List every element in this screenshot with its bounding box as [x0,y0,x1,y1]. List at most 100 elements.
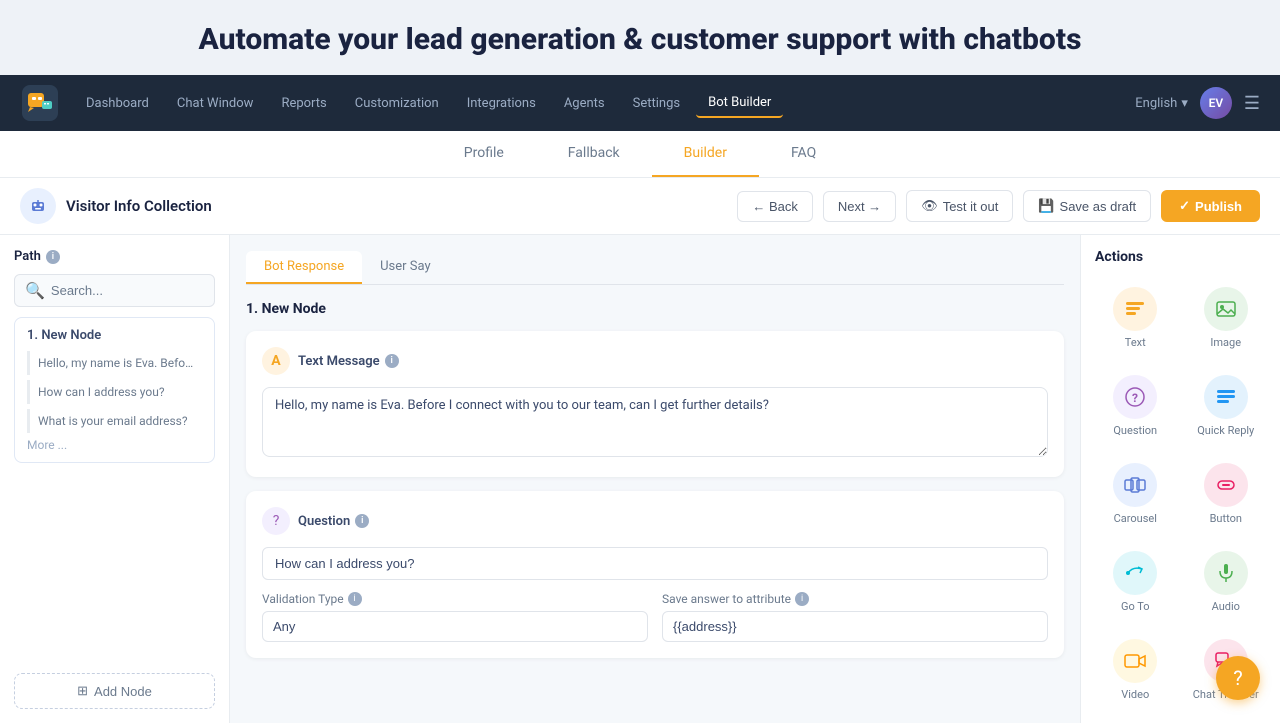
action-question[interactable]: ? Question [1095,367,1176,445]
publish-button[interactable]: ✓ Publish [1161,190,1260,222]
nav-item-botbuilder[interactable]: Bot Builder [696,89,783,118]
logo [20,83,60,123]
plus-icon: ⊞ [77,683,88,699]
search-box[interactable]: 🔍 [14,274,215,307]
check-icon: ✓ [1179,198,1190,214]
avatar[interactable]: EV [1200,87,1232,119]
tab-profile[interactable]: Profile [432,131,536,177]
path-label: Path [14,249,41,264]
save-draft-button[interactable]: 💾 Save as draft [1023,190,1151,222]
inner-tab-botresponse[interactable]: Bot Response [246,251,362,284]
nav-item-integrations[interactable]: Integrations [455,90,548,117]
nav-item-chatwindow[interactable]: Chat Window [165,90,266,117]
left-panel: Path i 🔍 1. New Node Hello, my name is E… [0,235,230,723]
search-input[interactable] [51,283,204,298]
question-label: Question i [298,514,369,529]
text-action-icon [1113,287,1157,331]
save-answer-input[interactable] [662,611,1048,642]
hamburger-icon[interactable]: ☰ [1244,93,1260,114]
validation-select[interactable]: Any [262,611,648,642]
text-message-header: A Text Message i [262,347,1048,375]
nav-item-reports[interactable]: Reports [269,90,338,117]
audio-action-icon [1204,551,1248,595]
audio-action-label: Audio [1212,600,1240,613]
action-quickreply[interactable]: Quick Reply [1186,367,1267,445]
nav-item-customization[interactable]: Customization [343,90,451,117]
question-card: ? Question i Validation Type i Any [246,491,1064,658]
inner-tab-usersay[interactable]: User Say [362,251,449,284]
action-goto[interactable]: Go To [1095,543,1176,621]
node-message-2: What is your email address? [27,409,202,433]
text-message-textarea[interactable]: Hello, my name is Eva. Before I connect … [262,387,1048,457]
save-icon: 💾 [1038,198,1054,214]
button-action-label: Button [1210,512,1242,525]
action-image[interactable]: Image [1186,279,1267,357]
language-label: English [1135,96,1177,111]
text-action-label: Text [1125,336,1146,349]
hero-title: Automate your lead generation & customer… [0,22,1280,57]
goto-action-icon [1113,551,1157,595]
question-action-icon: ? [1113,375,1157,419]
video-action-icon [1113,639,1157,683]
actions-title: Actions [1095,249,1266,265]
path-header: Path i [14,249,215,264]
nav-item-agents[interactable]: Agents [552,90,617,117]
nav-item-settings[interactable]: Settings [621,90,692,117]
tab-fallback[interactable]: Fallback [536,131,652,177]
path-info-icon: i [46,250,60,264]
question-action-label: Question [1113,424,1157,437]
question-header: ? Question i [262,507,1048,535]
add-node-button[interactable]: ⊞ Add Node [14,673,215,709]
builder-toolbar: Visitor Info Collection ← Back Next → 👁 … [0,178,1280,235]
navbar-right: English ▾ EV ☰ [1135,87,1260,119]
toolbar-actions: ← Back Next → 👁 Test it out 💾 Save as dr… [737,190,1260,222]
node-title: 1. New Node [246,301,1064,317]
bot-avatar [20,188,56,224]
quickreply-action-icon [1204,375,1248,419]
image-action-label: Image [1210,336,1241,349]
sub-tabs-bar: Profile Fallback Builder FAQ [0,131,1280,178]
save-answer-info-icon: i [795,592,809,606]
text-card-icon: A [262,347,290,375]
bot-name: Visitor Info Collection [66,197,212,215]
node-card-title: 1. New Node [27,328,202,343]
right-panel: Actions Text Image ? Quest [1080,235,1280,723]
panels-container: Path i 🔍 1. New Node Hello, my name is E… [0,235,1280,723]
quickreply-action-label: Quick Reply [1197,424,1254,437]
back-button[interactable]: ← Back [737,191,813,222]
test-button[interactable]: 👁 Test it out [906,190,1013,222]
question-info-icon: i [355,514,369,528]
save-answer-col: Save answer to attribute i [662,592,1048,642]
eye-icon: 👁 [921,198,938,214]
language-selector[interactable]: English ▾ [1135,96,1188,111]
search-icon: 🔍 [25,281,45,300]
action-carousel[interactable]: Carousel [1095,455,1176,533]
middle-panel: Bot Response User Say 1. New Node A Text… [230,235,1080,723]
action-video[interactable]: Video [1095,631,1176,709]
node-more: More ... [27,438,202,452]
node-message-1: How can I address you? [27,380,202,404]
button-action-icon [1204,463,1248,507]
action-button[interactable]: Button [1186,455,1267,533]
goto-action-label: Go To [1121,600,1150,613]
tab-faq[interactable]: FAQ [759,131,848,177]
validation-info-icon: i [348,592,362,606]
video-action-label: Video [1121,688,1149,701]
nav-item-dashboard[interactable]: Dashboard [74,90,161,117]
next-button[interactable]: Next → [823,191,896,222]
hero-section: Automate your lead generation & customer… [0,0,1280,75]
navbar: Dashboard Chat Window Reports Customizat… [0,75,1280,131]
action-text[interactable]: Text [1095,279,1176,357]
text-message-info-icon: i [385,354,399,368]
tab-builder[interactable]: Builder [652,131,759,177]
question-input[interactable] [262,547,1048,580]
help-fab-button[interactable]: ? [1216,656,1260,700]
carousel-action-icon [1113,463,1157,507]
validation-col: Validation Type i Any [262,592,648,642]
image-action-icon [1204,287,1248,331]
text-message-card: A Text Message i Hello, my name is Eva. … [246,331,1064,477]
node-card[interactable]: 1. New Node Hello, my name is Eva. Befor… [14,317,215,463]
action-audio[interactable]: Audio [1186,543,1267,621]
validation-label: Validation Type i [262,592,648,606]
text-message-label: Text Message i [298,354,399,369]
